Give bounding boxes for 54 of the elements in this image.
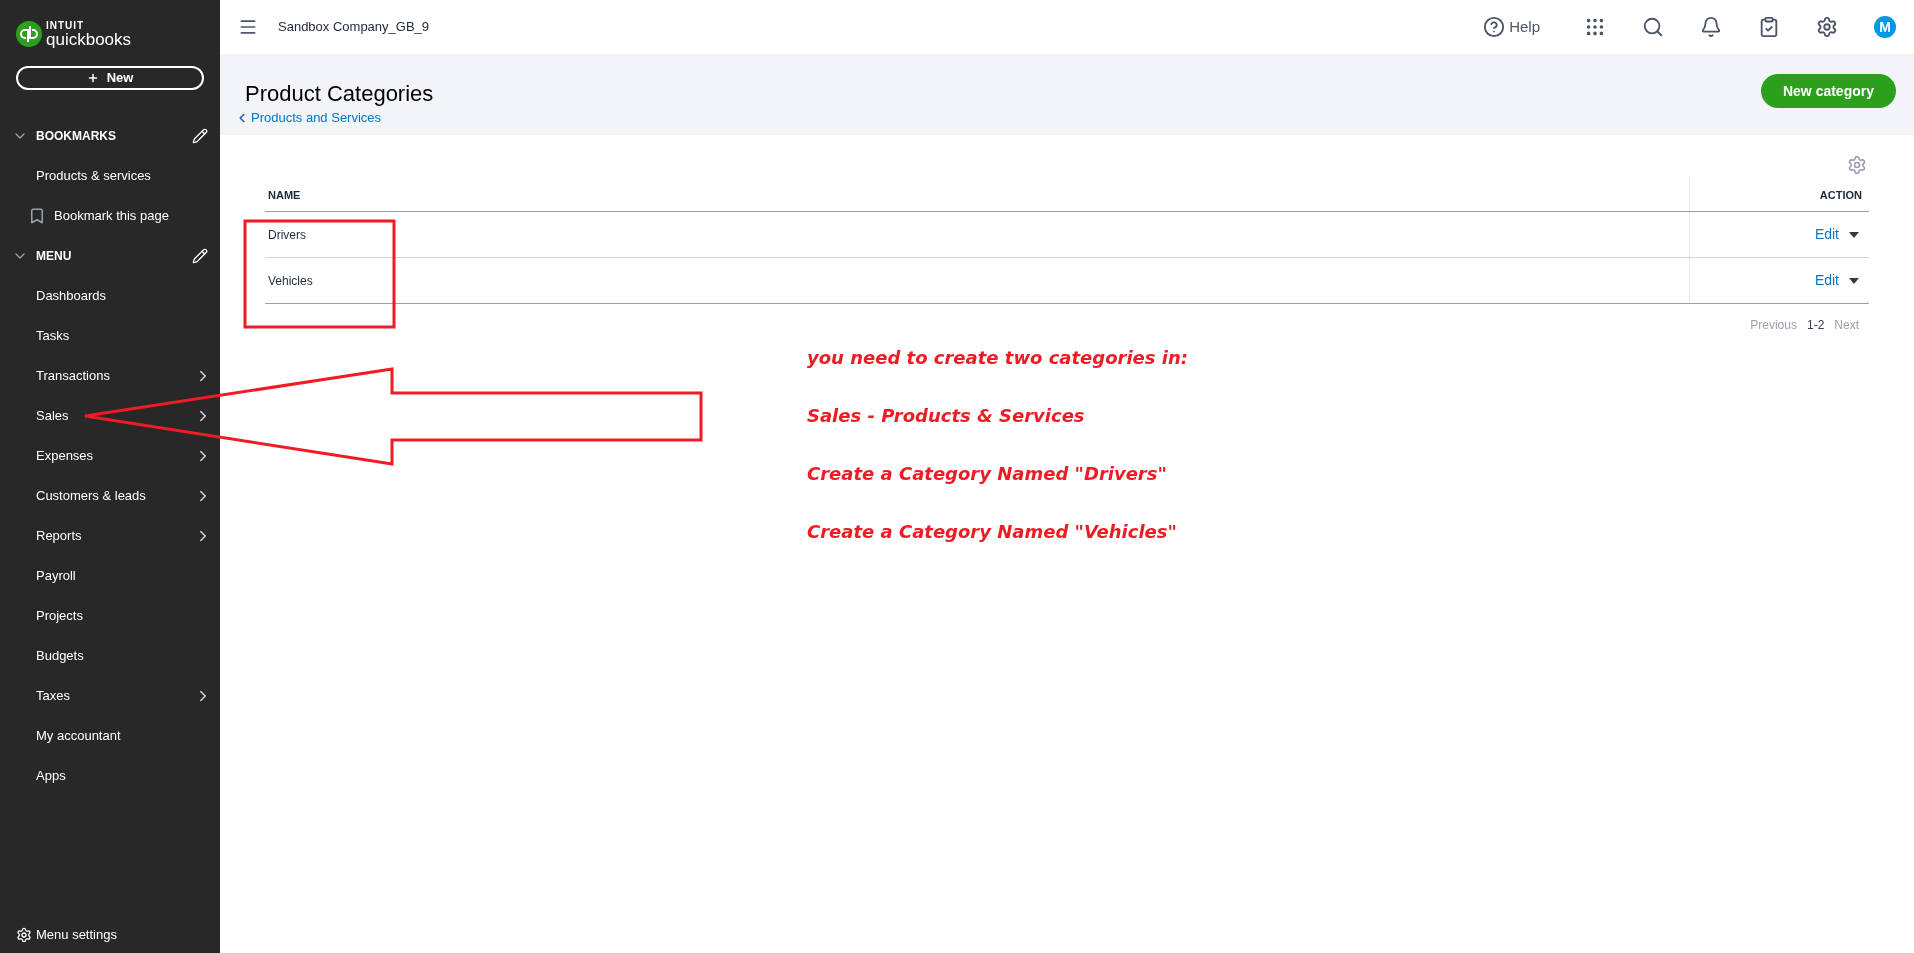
caret-icon[interactable] xyxy=(1849,231,1859,238)
menu-item[interactable]: Taxes xyxy=(0,676,220,716)
menu-settings-link[interactable]: Menu settings xyxy=(36,925,117,945)
column-header: ACTION xyxy=(1689,176,1869,211)
menu-item[interactable]: My accountant xyxy=(0,716,220,756)
back-link[interactable]: Products and Services xyxy=(251,108,382,128)
new-button[interactable]: New xyxy=(16,66,204,90)
settings-icon xyxy=(16,927,32,943)
annotation-text: Sales - Products & Services xyxy=(807,404,1086,427)
section-heading[interactable]: MENU xyxy=(36,247,192,265)
bookmark-link[interactable]: Bookmark this page xyxy=(54,206,169,226)
company-name: Sandbox Company_GB_9 xyxy=(278,18,431,37)
help-icon xyxy=(1483,16,1506,38)
menu-icon xyxy=(238,17,258,37)
edit-link[interactable]: Edit xyxy=(1814,270,1839,291)
table-cell-text: Vehicles xyxy=(267,272,314,290)
search-icon xyxy=(1642,16,1664,38)
clipboard-icon xyxy=(1758,16,1780,38)
settings-icon xyxy=(1816,16,1838,38)
table-row[interactable]: Vehicles Edit xyxy=(265,258,1869,304)
menu-item[interactable]: Expenses xyxy=(0,436,220,476)
apps-grid-icon xyxy=(1584,16,1606,38)
annotation-text: you need to create two categories in: xyxy=(807,346,1189,369)
menu-item[interactable]: Payroll xyxy=(0,556,220,596)
bookmark-icon xyxy=(28,207,46,225)
page-title: Product Categories xyxy=(245,80,435,108)
menu-item[interactable]: Dashboards xyxy=(0,276,220,316)
help-link[interactable]: Help xyxy=(1509,15,1540,39)
settings-icon xyxy=(1847,155,1867,175)
table-cell-text: Drivers xyxy=(267,226,307,244)
menu-item[interactable]: Transactions xyxy=(0,356,220,396)
annotation-text: Create a Category Named "Drivers" xyxy=(807,462,1168,485)
bookmark-item[interactable]: Products & services xyxy=(0,156,220,196)
caret-icon[interactable] xyxy=(1849,277,1859,284)
section-heading[interactable]: BOOKMARKS xyxy=(36,127,192,145)
menu-item[interactable]: Reports xyxy=(0,516,220,556)
plus-icon xyxy=(86,72,99,84)
bell-icon xyxy=(1700,16,1722,38)
table-row[interactable]: Drivers Edit xyxy=(265,212,1869,258)
menu-item[interactable]: Tasks xyxy=(0,316,220,356)
annotation-text: Create a Category Named "Vehicles" xyxy=(807,520,1178,543)
brand-tagline: INTUIT xyxy=(46,20,86,31)
menu-item[interactable]: Sales xyxy=(0,396,220,436)
pencil-icon xyxy=(192,248,208,264)
menu-item[interactable]: Budgets xyxy=(0,636,220,676)
menu-item[interactable]: Apps xyxy=(0,756,220,796)
logo-icon xyxy=(16,21,42,47)
pencil-icon xyxy=(192,128,208,144)
menu-item[interactable]: Customers & leads xyxy=(0,476,220,516)
brand-name: quickbooks xyxy=(46,30,132,48)
column-header: NAME xyxy=(267,187,302,203)
menu-item[interactable]: Projects xyxy=(0,596,220,636)
edit-link[interactable]: Edit xyxy=(1814,224,1839,245)
page-range: 1-2 xyxy=(1806,317,1825,334)
